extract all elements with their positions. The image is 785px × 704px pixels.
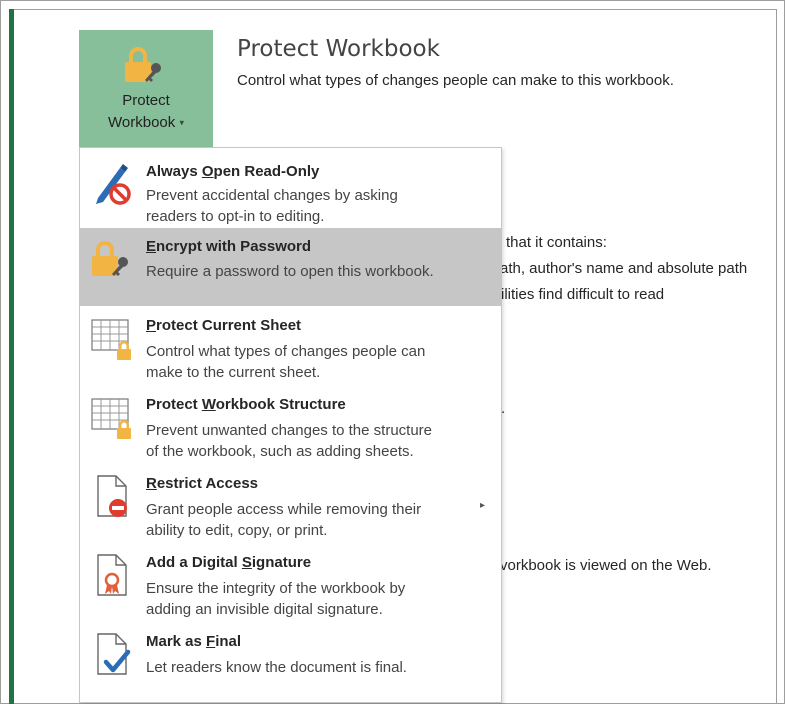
menu-item-title: Protect Current Sheet	[146, 317, 302, 334]
menu-item-description: Control what types of changes people can…	[146, 343, 426, 381]
protect-workbook-menu: Always Open Read-Only Prevent accidental…	[79, 147, 502, 703]
pencil-no-icon	[96, 164, 131, 205]
document-restrict-icon	[97, 475, 127, 517]
document-check-icon	[97, 633, 131, 675]
menu-item-description: Prevent unwanted changes to the structur…	[146, 422, 433, 460]
protect-button-label-line1: Protect	[122, 92, 170, 109]
lock-key-icon	[125, 47, 161, 82]
menu-item-protect-workbook-structure[interactable]: Protect Workbook Structure Prevent unwan…	[80, 387, 501, 466]
background-text: ath, author's name and absolute path	[500, 260, 748, 277]
menu-item-title: Always Open Read-Only	[146, 163, 320, 180]
dropdown-caret-icon: ▾	[179, 117, 184, 128]
menu-item-title: Mark as Final	[146, 633, 242, 650]
protect-button-label-workbook: Workbook	[108, 114, 176, 131]
top-border	[14, 9, 777, 10]
menu-item-restrict-access[interactable]: Restrict Access Grant people access whil…	[80, 466, 501, 545]
sheet-lock-icon	[91, 319, 131, 360]
menu-item-description: Prevent accidental changes by asking read…	[146, 187, 398, 225]
background-text: that it contains:	[506, 234, 607, 251]
background-text: ilities find difficult to read	[501, 286, 665, 303]
document-ribbon-icon	[97, 554, 127, 596]
menu-item-add-digital-signature[interactable]: Add a Digital Signature Ensure the integ…	[80, 545, 501, 624]
menu-item-description: Require a password to open this workbook…	[146, 263, 434, 280]
protect-workbook-button[interactable]: Protect Workbook ▾	[79, 30, 213, 147]
menu-item-title: Add a Digital Signature	[146, 554, 312, 571]
menu-item-title: Restrict Access	[146, 475, 259, 492]
menu-item-always-open-read-only[interactable]: Always Open Read-Only Prevent accidental…	[80, 152, 501, 228]
menu-item-title: Encrypt with Password	[146, 238, 312, 255]
background-text: vorkbook is viewed on the Web.	[500, 557, 712, 574]
submenu-arrow-icon: ▸	[480, 500, 486, 511]
menu-item-description: Ensure the integrity of the workbook by a…	[146, 580, 406, 618]
section-title: Protect Workbook	[237, 36, 440, 62]
lock-key-icon	[92, 241, 128, 276]
menu-item-mark-as-final[interactable]: Mark as Final Let readers know the docum…	[80, 624, 501, 690]
section-description: Control what types of changes people can…	[237, 72, 674, 89]
menu-item-description: Grant people access while removing their…	[146, 501, 422, 539]
protect-button-label-line2: Workbook ▾	[79, 114, 213, 131]
menu-item-description: Let readers know the document is final.	[146, 659, 407, 676]
menu-item-encrypt-with-password[interactable]: Encrypt with Password Require a password…	[80, 228, 501, 306]
menu-item-title: Protect Workbook Structure	[146, 396, 346, 413]
right-border	[776, 9, 777, 704]
menu-item-protect-current-sheet[interactable]: Protect Current Sheet Control what types…	[80, 308, 501, 387]
workbook-lock-icon	[91, 398, 131, 439]
excel-green-edge	[9, 9, 14, 704]
